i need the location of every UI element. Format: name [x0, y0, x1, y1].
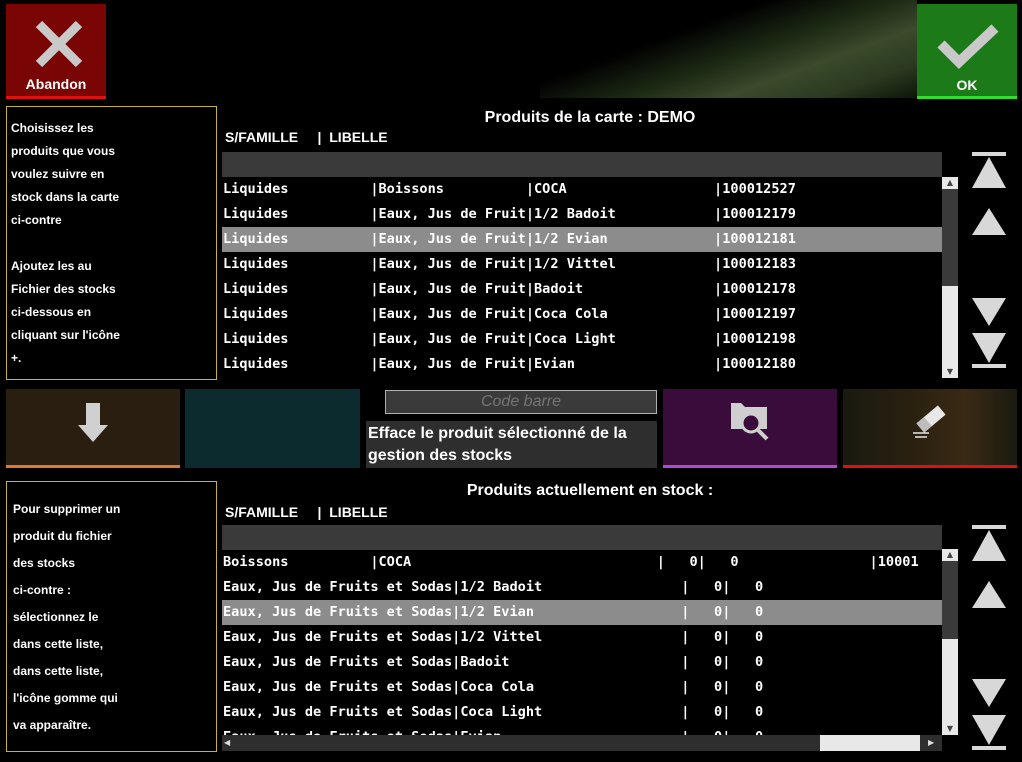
- abandon-label: Abandon: [25, 76, 87, 92]
- carte-column-header: S/FAMILLE | LIBELLE: [225, 129, 388, 145]
- help-line: sélectionnez le: [13, 610, 99, 624]
- barcode-input[interactable]: [385, 390, 657, 414]
- background-landscape: [540, 0, 917, 98]
- help-box-stock: Pour supprimer un produit du fichier des s…: [6, 481, 217, 752]
- carte-last-page-icon[interactable]: [969, 331, 1009, 371]
- erase-button[interactable]: [843, 389, 1017, 468]
- arrow-down-icon: [78, 403, 108, 442]
- table-row[interactable]: Liquides |Eaux, Jus de Fruit|Badoit |100…: [222, 277, 942, 302]
- table-row[interactable]: Eaux, Jus de Fruits et Sodas|1/2 Badoit …: [222, 575, 942, 600]
- stock-first-page-icon[interactable]: [969, 524, 1009, 564]
- stock-scroll-up-icon[interactable]: ▲: [942, 549, 958, 561]
- stock-title: Produits actuellement en stock :: [466, 482, 714, 499]
- help-line: +.: [11, 351, 22, 365]
- table-row[interactable]: Liquides |Eaux, Jus de Fruit|Coca Cola |…: [222, 302, 942, 327]
- stock-product-list[interactable]: Boissons |COCA | 0| 0 |10001 Eaux, Jus de…: [222, 525, 942, 735]
- carte-scroll-up-icon[interactable]: ▲: [942, 177, 958, 189]
- help-line: Pour supprimer un: [13, 502, 121, 516]
- stock-scroll-track: [942, 561, 958, 639]
- stock-prev-icon[interactable]: [969, 576, 1009, 616]
- eraser-icon: [913, 405, 946, 438]
- carte-next-icon[interactable]: [969, 293, 1009, 333]
- table-row[interactable]: Eaux, Jus de Fruits et Sodas|Coca Cola |…: [222, 675, 942, 700]
- carte-vertical-scrollbar[interactable]: ▲ ▼: [942, 177, 958, 378]
- stock-hscroll-thumb[interactable]: [820, 735, 920, 751]
- table-row[interactable]: Eaux, Jus de Fruits et Sodas|Coca Light …: [222, 700, 942, 725]
- carte-list-bar: [222, 152, 942, 177]
- help-line: Ajoutez les au: [11, 259, 92, 273]
- table-row[interactable]: Boissons |COCA | 0| 0 |10001: [222, 550, 942, 575]
- stock-column-header: S/FAMILLE | LIBELLE: [225, 504, 388, 520]
- ok-button[interactable]: OK: [917, 4, 1017, 99]
- carte-product-list[interactable]: Liquides |Boissons |COCA |100012527 Liqui…: [222, 152, 942, 377]
- stock-scroll-left-icon[interactable]: ◀: [224, 735, 236, 751]
- toolbar-empty-slot: [185, 389, 360, 468]
- help-line: des stocks: [13, 556, 76, 570]
- carte-scroll-down-icon[interactable]: ▼: [942, 366, 958, 378]
- stock-scroll-down-icon[interactable]: ▼: [942, 723, 958, 735]
- stock-last-page-icon[interactable]: [969, 713, 1009, 753]
- stock-vertical-scrollbar[interactable]: ▲ ▼: [942, 549, 958, 735]
- carte-scroll-track: [942, 189, 958, 286]
- erase-tooltip: Efface le produit sélectionné de la gest…: [366, 421, 657, 468]
- help-line: ci-contre: [11, 213, 62, 227]
- carte-title: Produits de la carte : DEMO: [484, 109, 696, 126]
- help-line: produits que vous: [11, 144, 116, 158]
- table-row[interactable]: Eaux, Jus de Fruits et Sodas|1/2 Vittel …: [222, 625, 942, 650]
- table-row[interactable]: Liquides |Eaux, Jus de Fruit|1/2 Badoit …: [222, 202, 942, 227]
- stock-rows: Boissons |COCA | 0| 0 |10001 Eaux, Jus de…: [222, 550, 942, 735]
- stock-horizontal-scrollbar[interactable]: ◀ ▶: [222, 735, 942, 751]
- help-line: cliquant sur l'icône: [11, 328, 120, 342]
- table-row[interactable]: Liquides |Eaux, Jus de Fruit|Coca Light …: [222, 327, 942, 352]
- help-line: [11, 232, 212, 255]
- help-line: voulez suivre en: [11, 167, 105, 181]
- stock-scroll-right-icon[interactable]: ▶: [928, 735, 940, 751]
- carte-rows: Liquides |Boissons |COCA |100012527 Liqui…: [222, 177, 942, 377]
- carte-first-page-icon[interactable]: [969, 151, 1009, 191]
- close-icon: [35, 20, 83, 68]
- table-row[interactable]: Liquides |Boissons |COCA |100012527: [222, 177, 942, 202]
- table-row[interactable]: Eaux, Jus de Fruits et Sodas|Evian | 0| …: [222, 725, 942, 735]
- table-row[interactable]: Eaux, Jus de Fruits et Sodas|1/2 Evian |…: [222, 600, 942, 625]
- help-line: stock dans la carte: [11, 190, 120, 204]
- help-line: produit du fichier: [13, 529, 112, 543]
- help-box-carte: Choisissez les produits que vous voulez su…: [6, 106, 217, 380]
- help-line: ci-contre :: [13, 583, 72, 597]
- stock-next-icon[interactable]: [969, 674, 1009, 714]
- help-line: Fichier des stocks: [11, 282, 116, 296]
- search-button[interactable]: [663, 389, 837, 468]
- help-line: l'icône gomme qui: [13, 691, 118, 705]
- table-row[interactable]: Eaux, Jus de Fruits et Sodas|Badoit | 0|…: [222, 650, 942, 675]
- add-to-stock-button[interactable]: [6, 389, 180, 468]
- help-line: ci-dessous en: [11, 305, 92, 319]
- carte-prev-icon[interactable]: [969, 203, 1009, 243]
- folder-search-icon: [731, 403, 769, 441]
- help-line: dans cette liste,: [13, 637, 104, 651]
- check-icon: [937, 24, 999, 69]
- help-line: dans cette liste,: [13, 664, 104, 678]
- abandon-button[interactable]: Abandon: [6, 4, 106, 99]
- stock-list-bar: [222, 525, 942, 550]
- table-row[interactable]: Liquides |Eaux, Jus de Fruit|Evian |1000…: [222, 352, 942, 377]
- help-line: va apparaître.: [13, 718, 92, 732]
- ok-label: OK: [956, 77, 978, 93]
- table-row[interactable]: Liquides |Eaux, Jus de Fruit|1/2 Vittel …: [222, 252, 942, 277]
- help-line: Choisissez les: [11, 121, 94, 135]
- table-row[interactable]: Liquides |Eaux, Jus de Fruit|1/2 Evian |…: [222, 227, 942, 252]
